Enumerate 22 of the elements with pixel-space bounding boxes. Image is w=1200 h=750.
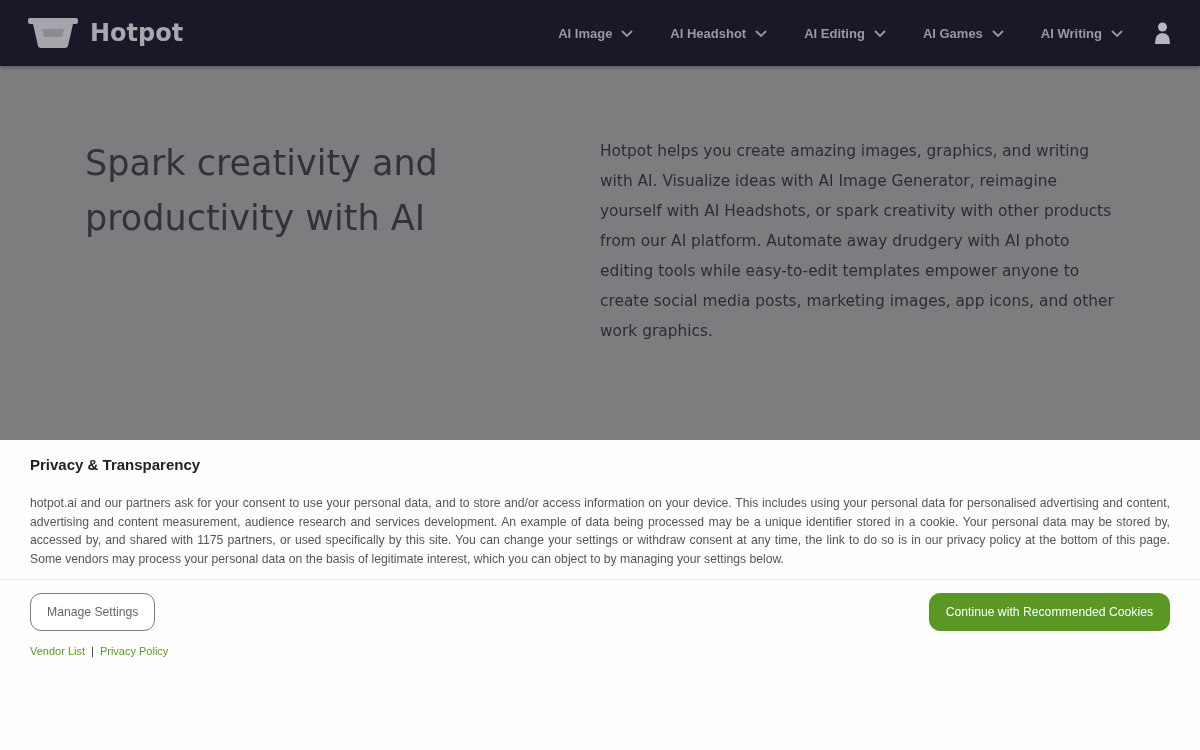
manage-settings-button[interactable]: Manage Settings [30, 593, 156, 631]
nav-menu-item[interactable]: AI Editing [804, 21, 886, 45]
nav-menu-item[interactable]: AI Image [558, 21, 634, 45]
consent-title: Privacy & Transparency [30, 455, 202, 475]
brand-name: Hotpot [90, 19, 184, 47]
logo-icon [28, 17, 78, 49]
chevron-down-icon [1111, 29, 1123, 37]
nav-menu-item[interactable]: AI Games [922, 21, 1004, 45]
chevron-down-icon [755, 29, 768, 37]
hero-description: Hotpot helps you create amazing images, graphics, and writing with AI. Visualize ideas with AI Image Generator, reimagine yourself with AI Headshots, or spark creativity with other products from our AI platform. Automate away drudgery with AI photo editing tools while easy-to-edit templates empower anyone to create social media posts, marketing images, app icons, and other work graphics. [600, 141, 1115, 342]
user-icon[interactable] [1155, 22, 1170, 44]
nav-menu-item[interactable]: AI Headshot [670, 21, 768, 45]
footer-link[interactable]: Privacy Policy [99, 643, 169, 659]
nav-menu-item[interactable]: AI Writing [1040, 21, 1123, 45]
footer-link[interactable]: Vendor List [30, 643, 86, 659]
chevron-down-icon [991, 29, 1004, 37]
chevron-down-icon [873, 29, 886, 37]
chevron-down-icon [621, 29, 634, 37]
link-separator: | [91, 644, 94, 659]
consent-text: hotpot.ai and our partners ask for your consent to use your personal data, and to store and/or access information on your device. This includes using your personal data for personalised advertising and content, advertising and content measurement, audience research and services development. An example of data being processed may be a unique identifier stored in a cookie. Your personal data may be stored by, accessed by, and shared with 1175 partners, or used specifically by this site. You can change your settings or withdraw consent at any time, the link to do so is in our privacy policy at the bottom of this page. Some vendors may process your personal data on the basis of legitimate interest, which you can object to by managing your settings below. [30, 495, 1170, 568]
hero-headline: Spark creativity and productivity with AI [85, 142, 439, 240]
accept-cookies-button[interactable]: Continue with Recommended Cookies [928, 593, 1170, 631]
